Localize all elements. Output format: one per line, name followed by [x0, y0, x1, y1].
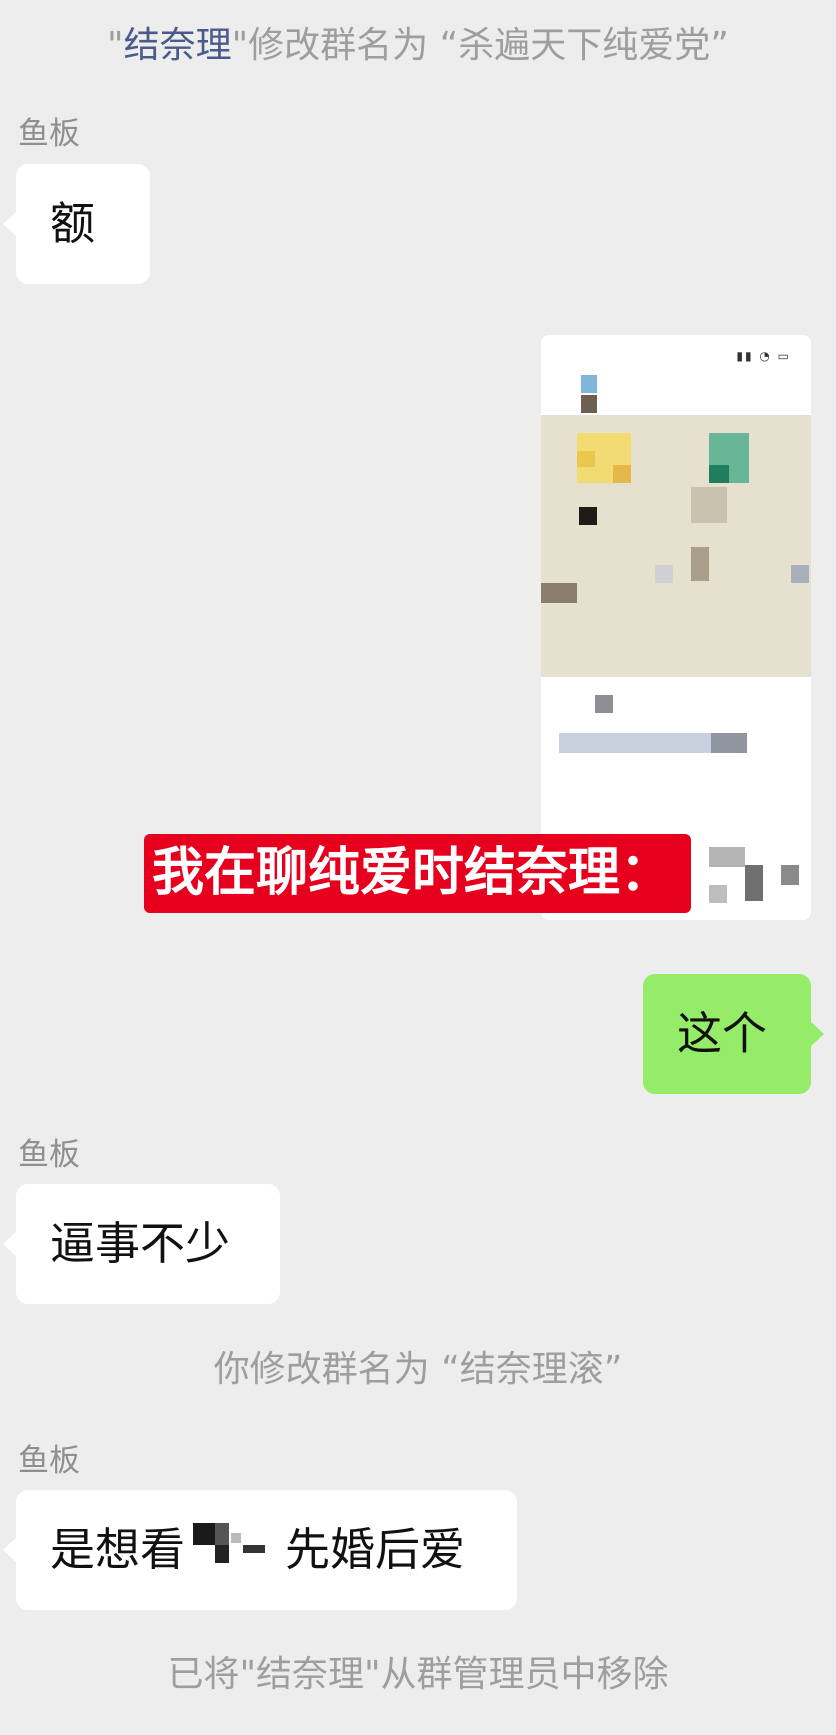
message-bubble[interactable]: 额: [3, 164, 150, 284]
message-bubble[interactable]: 是想看 先婚后爱: [3, 1490, 517, 1610]
pixel-block: [709, 847, 745, 867]
pixel-block: [781, 865, 799, 885]
pixel-block: [577, 451, 595, 467]
sender-name: 鱼板: [18, 1443, 80, 1479]
message-bubble-outgoing[interactable]: 这个: [643, 974, 824, 1094]
pixel-block: [581, 395, 597, 413]
pixel-block: [595, 695, 613, 713]
system-message-rename: 你修改群名为 “结奈理滚”: [213, 1349, 623, 1390]
redaction-mosaic: [185, 1519, 285, 1582]
pixel-block: [711, 733, 747, 753]
pixel-block: [791, 565, 809, 583]
pixel-block: [579, 507, 597, 525]
system-message-rename: "结奈理"修改群名为 “杀遍天下纯爱党”: [0, 24, 836, 68]
system-message-text: "修改群名为 “杀遍天下纯爱党”: [231, 25, 729, 66]
message-text: 这个: [677, 1007, 768, 1060]
pixel-block: [581, 375, 597, 393]
pixel-block: [655, 565, 673, 583]
pixel-block: [691, 547, 709, 581]
pixel-block: [613, 465, 631, 483]
message-text: 额: [50, 197, 96, 250]
sender-name: 鱼板: [18, 1137, 80, 1173]
status-icons: ▮▮ ◔ ▭: [736, 349, 791, 363]
image-message[interactable]: ▮▮ ◔ ▭: [541, 335, 811, 920]
sender-name: 鱼板: [18, 116, 80, 152]
message-text: 逼事不少: [50, 1217, 231, 1270]
message-bubble[interactable]: 逼事不少: [3, 1184, 280, 1304]
member-name-link[interactable]: 结奈理: [124, 25, 232, 66]
pixel-block: [745, 865, 763, 901]
pixel-block: [541, 583, 577, 603]
quote-mark: ": [107, 25, 124, 66]
image-caption-sticker: 我在聊纯爱时结奈理：: [144, 834, 691, 913]
pixel-block: [709, 465, 729, 483]
pixel-block: [709, 885, 727, 903]
pixel-block: [691, 487, 727, 523]
system-message-admin-removed: 已将"结奈理"从群管理员中移除: [167, 1654, 669, 1695]
message-text: 是想看: [50, 1523, 186, 1576]
message-text: 先婚后爱: [285, 1523, 466, 1576]
